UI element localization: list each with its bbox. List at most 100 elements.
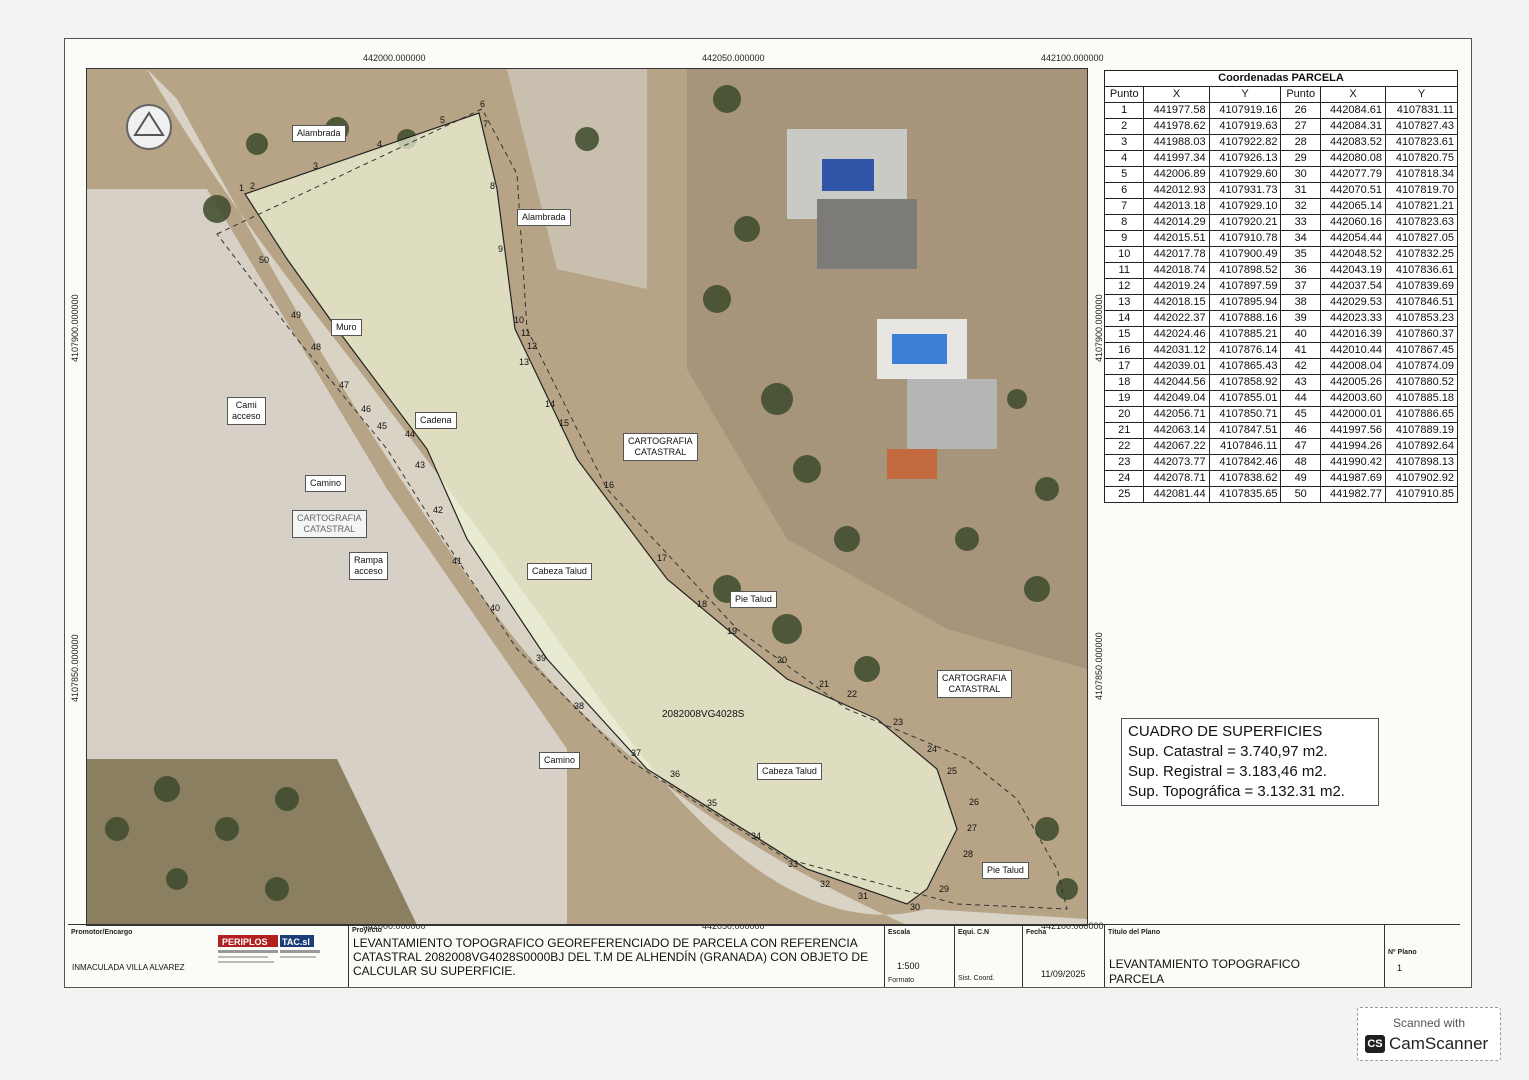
label-cami-acceso: Cami acceso xyxy=(227,397,266,425)
x-cell: 442024.46 xyxy=(1143,326,1210,343)
point-cell: 3 xyxy=(1103,134,1145,151)
point-cell: 36 xyxy=(1280,262,1321,279)
x-cell: 441978.62 xyxy=(1143,118,1210,135)
table-row: 5 442006.89 4107929.60 30 442077.79 4107818.3… xyxy=(1103,166,1458,183)
point-number: 9 xyxy=(498,244,504,254)
titulo-value: LEVANTAMIENTO TOPOGRAFICO PARCELA xyxy=(1109,957,1300,986)
x-cell: 442056.71 xyxy=(1143,406,1210,423)
label-muro: Muro xyxy=(331,319,362,336)
point-cell: 4 xyxy=(1103,150,1145,167)
y-cell: 4107818.34 xyxy=(1385,166,1458,183)
escala-cell: Escala 1:500 Formato xyxy=(884,925,954,987)
point-cell: 12 xyxy=(1103,278,1145,295)
camscanner-name: CamScanner xyxy=(1389,1034,1489,1053)
y-cell: 4107858.92 xyxy=(1208,374,1282,391)
table-row: 14 442022.37 4107888.16 39 442023.33 4107853.… xyxy=(1103,310,1458,327)
point-number: 39 xyxy=(536,653,547,663)
header-x: X xyxy=(1143,86,1210,103)
point-cell: 29 xyxy=(1280,150,1321,167)
label-alambrada: Alambrada xyxy=(292,125,346,142)
promotor-heading: Promotor/Encargo xyxy=(71,929,133,936)
table-row: 13 442018.15 4107895.94 38 442029.53 4107846.… xyxy=(1103,294,1458,311)
point-cell: 34 xyxy=(1280,230,1321,247)
x-cell: 442070.51 xyxy=(1319,182,1387,199)
point-number: 16 xyxy=(604,480,615,490)
header-y: Y xyxy=(1208,86,1282,103)
y-cell: 4107823.61 xyxy=(1385,134,1458,151)
grid-label-left: 4107850.000000 xyxy=(70,634,80,702)
x-cell: 442013.18 xyxy=(1143,198,1210,215)
x-cell: 442023.33 xyxy=(1319,310,1387,327)
point-cell: 46 xyxy=(1280,422,1321,439)
point-cell: 15 xyxy=(1103,326,1145,343)
point-number: 49 xyxy=(291,310,302,320)
table-row: 11 442018.74 4107898.52 36 442043.19 4107836.… xyxy=(1103,262,1458,279)
y-cell: 4107842.46 xyxy=(1208,454,1282,471)
x-cell: 442012.93 xyxy=(1143,182,1210,199)
scanned-with-text: Scanned with xyxy=(1392,1016,1466,1030)
table-row: 2 441978.62 4107919.63 27 442084.31 4107827.4… xyxy=(1103,118,1458,135)
table-row: 22 442067.22 4107846.11 47 441994.26 4107892.… xyxy=(1103,438,1458,455)
point-number: 37 xyxy=(631,748,642,758)
point-cell: 33 xyxy=(1280,214,1321,231)
y-cell: 4107919.63 xyxy=(1208,118,1282,135)
x-cell: 442000.01 xyxy=(1319,406,1387,423)
fecha-heading: Fecha xyxy=(1026,929,1047,936)
x-cell: 442063.14 xyxy=(1143,422,1210,439)
y-cell: 4107898.13 xyxy=(1385,454,1458,471)
point-number: 7 xyxy=(483,119,489,129)
sist-coord-heading: Sist. Coord. xyxy=(958,975,995,982)
point-cell: 9 xyxy=(1103,230,1145,247)
point-cell: 2 xyxy=(1103,118,1145,135)
y-cell: 4107926.13 xyxy=(1208,150,1282,167)
table-row: 6 442012.93 4107931.73 31 442070.51 4107819.7… xyxy=(1103,182,1458,199)
point-cell: 8 xyxy=(1103,214,1145,231)
grid-label-top: 442100.000000 xyxy=(1041,53,1104,63)
y-cell: 4107836.61 xyxy=(1385,262,1458,279)
point-number: 26 xyxy=(969,797,980,807)
x-cell: 442039.01 xyxy=(1143,358,1210,375)
y-cell: 4107821.21 xyxy=(1385,198,1458,215)
y-cell: 4107850.71 xyxy=(1208,406,1282,423)
y-cell: 4107874.09 xyxy=(1385,358,1458,375)
point-number: 42 xyxy=(433,505,444,515)
point-cell: 16 xyxy=(1103,342,1145,359)
point-cell: 41 xyxy=(1280,342,1321,359)
point-number: 2 xyxy=(250,181,256,191)
x-cell: 441994.26 xyxy=(1319,438,1387,455)
x-cell: 442016.39 xyxy=(1319,326,1387,343)
y-cell: 4107900.49 xyxy=(1208,246,1282,263)
point-number: 14 xyxy=(545,399,556,409)
logo-text: TAC.sl xyxy=(282,937,310,947)
y-cell: 4107888.16 xyxy=(1208,310,1282,327)
label-pie-talud: Pie Talud xyxy=(730,591,777,608)
table-row: 4 441997.34 4107926.13 29 442080.08 4107820.7… xyxy=(1103,150,1458,167)
point-cell: 45 xyxy=(1280,406,1321,423)
grid-label-left: 4107900.000000 xyxy=(70,294,80,362)
nplano-heading: Nº Plano xyxy=(1388,949,1417,956)
surfaces-title: CUADRO DE SUPERFICIES xyxy=(1128,723,1323,740)
y-cell: 4107885.21 xyxy=(1208,326,1282,343)
point-number: 15 xyxy=(559,418,570,428)
x-cell: 442043.19 xyxy=(1319,262,1387,279)
label-alambrada: Alambrada xyxy=(517,209,571,226)
x-cell: 441997.34 xyxy=(1143,150,1210,167)
y-cell: 4107885.18 xyxy=(1385,390,1458,407)
surface-catastral: Sup. Catastral = 3.740,97 m2. xyxy=(1128,743,1328,760)
x-cell: 442067.22 xyxy=(1143,438,1210,455)
formato-heading: Formato xyxy=(888,977,915,984)
x-cell: 442005.26 xyxy=(1319,374,1387,391)
y-cell: 4107865.43 xyxy=(1208,358,1282,375)
promotor-cell: Promotor/Encargo INMACULADA VILLA ALVARE… xyxy=(68,925,348,987)
table-row: 8 442014.29 4107920.21 33 442060.16 4107823.6… xyxy=(1103,214,1458,231)
equi-cell: Equi. C.N Sist. Coord. xyxy=(954,925,1022,987)
x-cell: 441997.56 xyxy=(1319,422,1387,439)
point-cell: 11 xyxy=(1103,262,1145,279)
x-cell: 442044.56 xyxy=(1143,374,1210,391)
point-cell: 1 xyxy=(1103,102,1145,119)
table-row: 24 442078.71 4107838.62 49 441987.69 4107902.… xyxy=(1103,470,1458,487)
point-number: 41 xyxy=(452,556,463,566)
x-cell: 442077.79 xyxy=(1319,166,1387,183)
map-drawing xyxy=(87,69,1087,925)
point-cell: 7 xyxy=(1103,198,1145,215)
